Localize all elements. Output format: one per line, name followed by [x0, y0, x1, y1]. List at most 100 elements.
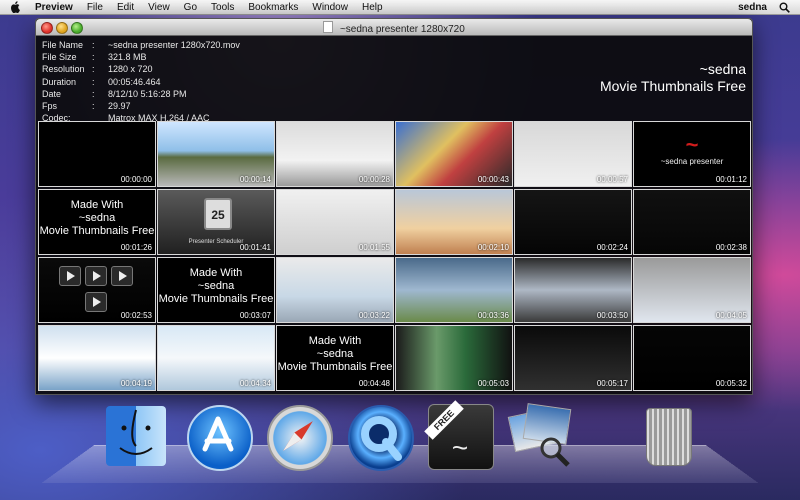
thumbnail[interactable]: 00:02:10 [395, 189, 513, 255]
trash-icon[interactable] [630, 402, 702, 472]
thumbnail-timestamp: 00:00:57 [596, 175, 628, 184]
info-row-file-name: File Name : ~sedna presenter 1280x720.mo… [42, 39, 442, 51]
thumbnail[interactable]: 00:00:28 [276, 121, 394, 187]
thumbnail[interactable]: 00:02:38 [633, 189, 751, 255]
thumbnail-timestamp: 00:05:17 [596, 379, 628, 388]
info-label: Duration [42, 76, 77, 87]
menu-help[interactable]: Help [362, 2, 383, 13]
menu-app-preview[interactable]: Preview [35, 2, 73, 13]
brand-line-2: Movie Thumbnails Free [599, 78, 746, 94]
info-value: ~sedna presenter 1280x720.mov [108, 40, 240, 50]
thumbnail-timestamp: 00:03:07 [239, 311, 271, 320]
window-title: ~sedna presenter 1280x720 [339, 24, 465, 35]
thumbnail[interactable]: 25 Presenter Scheduler 00:01:41 [157, 189, 275, 255]
info-colon: : [92, 100, 95, 111]
info-row-file-size: File Size : 321.8 MB [42, 51, 442, 63]
thumbnail[interactable]: 00:00:43 [395, 121, 513, 187]
thumbnail[interactable]: 00:00:14 [157, 121, 275, 187]
apple-icon[interactable] [10, 1, 22, 13]
info-row-resolution: Resolution : 1280 x 720 [42, 63, 442, 75]
quicktime-icon[interactable] [343, 402, 415, 472]
watermark-line: Made With [308, 335, 362, 347]
preview-icon[interactable] [505, 402, 577, 472]
sedna-thumbnails-app-icon[interactable]: FREE ~ [424, 400, 496, 472]
info-colon: : [92, 88, 95, 99]
info-row-duration: Duration : 00:05:46.464 [42, 76, 442, 88]
watermark-line: Made With [189, 267, 243, 279]
thumbnail-timestamp: 00:01:26 [120, 243, 152, 252]
thumbnail-timestamp: 00:02:24 [596, 243, 628, 252]
play-button-icon [59, 266, 81, 286]
thumbnail[interactable]: 00:00:57 [514, 121, 632, 187]
thumbnail[interactable]: ~ ~sedna presenter 00:01:12 [633, 121, 751, 187]
menu-view[interactable]: View [148, 2, 170, 13]
thumbnail-presenter-label: ~sedna presenter [660, 157, 724, 166]
document-icon [323, 21, 334, 33]
watermark-line: Movie Thumbnails Free [39, 225, 155, 237]
info-colon: : [92, 76, 95, 87]
window-titlebar[interactable]: ~sedna presenter 1280x720 [36, 19, 752, 36]
thumbnail-timestamp: 00:03:36 [477, 311, 509, 320]
thumbnail[interactable]: 00:03:50 [514, 257, 632, 323]
thumbnail-timestamp: 00:04:05 [715, 311, 747, 320]
watermark-line: Movie Thumbnails Free [158, 293, 274, 305]
menu-window[interactable]: Window [312, 2, 348, 13]
info-label: Date [42, 88, 62, 99]
info-label: File Name [42, 40, 84, 50]
info-colon: : [92, 40, 95, 50]
thumbnail[interactable]: 00:04:19 [38, 325, 156, 391]
info-value: 29.97 [108, 100, 131, 111]
thumbnail[interactable]: 00:04:05 [633, 257, 751, 323]
thumbnail[interactable]: 00:03:36 [395, 257, 513, 323]
info-label: Fps [42, 100, 58, 111]
thumbnail[interactable]: 00:02:53 [38, 257, 156, 323]
thumbnail-watermark-text: Made With ~sedna Movie Thumbnails Free [158, 267, 274, 306]
thumbnail-timestamp: 00:03:50 [596, 311, 628, 320]
thumbnail-timestamp: 00:05:03 [477, 379, 509, 388]
file-info-panel: File Name : ~sedna presenter 1280x720.mo… [42, 39, 442, 124]
thumbnail-timestamp: 00:04:34 [239, 379, 271, 388]
brand-watermark: ~sedna Movie Thumbnails Free [600, 61, 746, 95]
thumbnail[interactable]: 00:04:34 [157, 325, 275, 391]
safari-icon[interactable] [262, 402, 334, 472]
thumbnail-watermark-text: Made With ~sedna Movie Thumbnails Free [39, 199, 155, 238]
thumbnail-timestamp: 00:01:55 [358, 243, 390, 252]
watermark-line: Movie Thumbnails Free [277, 361, 393, 373]
info-value: 1280 x 720 [108, 64, 153, 75]
watermark-line: Made With [70, 199, 124, 211]
info-row-fps: Fps : 29.97 [42, 100, 442, 112]
menu-bar: Preview File Edit View Go Tools Bookmark… [0, 0, 800, 15]
thumbnail[interactable]: 00:05:17 [514, 325, 632, 391]
thumbnail-timestamp: 00:05:32 [715, 379, 747, 388]
thumbnail-timestamp: 00:04:19 [120, 379, 152, 388]
thumbnail-timestamp: 00:00:28 [358, 175, 390, 184]
thumbnail[interactable]: 00:03:22 [276, 257, 394, 323]
watermark-line: ~sedna [197, 280, 235, 292]
thumbnail[interactable]: 00:00:00 [38, 121, 156, 187]
thumbnail[interactable]: Made With ~sedna Movie Thumbnails Free 00:0… [157, 257, 275, 323]
app-store-icon[interactable] [182, 402, 254, 472]
thumbnail-timestamp: 00:00:14 [239, 175, 271, 184]
menu-tools[interactable]: Tools [211, 2, 234, 13]
thumbnail[interactable]: 00:05:03 [395, 325, 513, 391]
thumbnail[interactable]: Made With ~sedna Movie Thumbnails Free 00:0… [38, 189, 156, 255]
thumbnail[interactable]: 00:02:24 [514, 189, 632, 255]
preview-window: ~sedna presenter 1280x720 File Name : ~s… [35, 18, 753, 395]
menu-edit[interactable]: Edit [117, 2, 134, 13]
thumbnail[interactable]: 00:05:32 [633, 325, 751, 391]
info-label: Resolution [42, 64, 85, 75]
menu-file[interactable]: File [87, 2, 103, 13]
info-value: 321.8 MB [108, 52, 147, 63]
finder-icon[interactable] [100, 402, 172, 472]
menu-go[interactable]: Go [184, 2, 197, 13]
watermark-line: ~sedna [316, 348, 354, 360]
play-button-icon [111, 266, 133, 286]
spotlight-search-icon[interactable] [779, 2, 790, 13]
thumbnail[interactable]: Made With ~sedna Movie Thumbnails Free 00:0… [276, 325, 394, 391]
info-colon: : [92, 64, 95, 75]
thumbnail-timestamp: 00:02:38 [715, 243, 747, 252]
thumbnail[interactable]: 00:01:55 [276, 189, 394, 255]
calendar-icon: 25 [204, 198, 232, 230]
menu-bookmarks[interactable]: Bookmarks [248, 2, 298, 13]
user-menu[interactable]: sedna [738, 2, 767, 13]
